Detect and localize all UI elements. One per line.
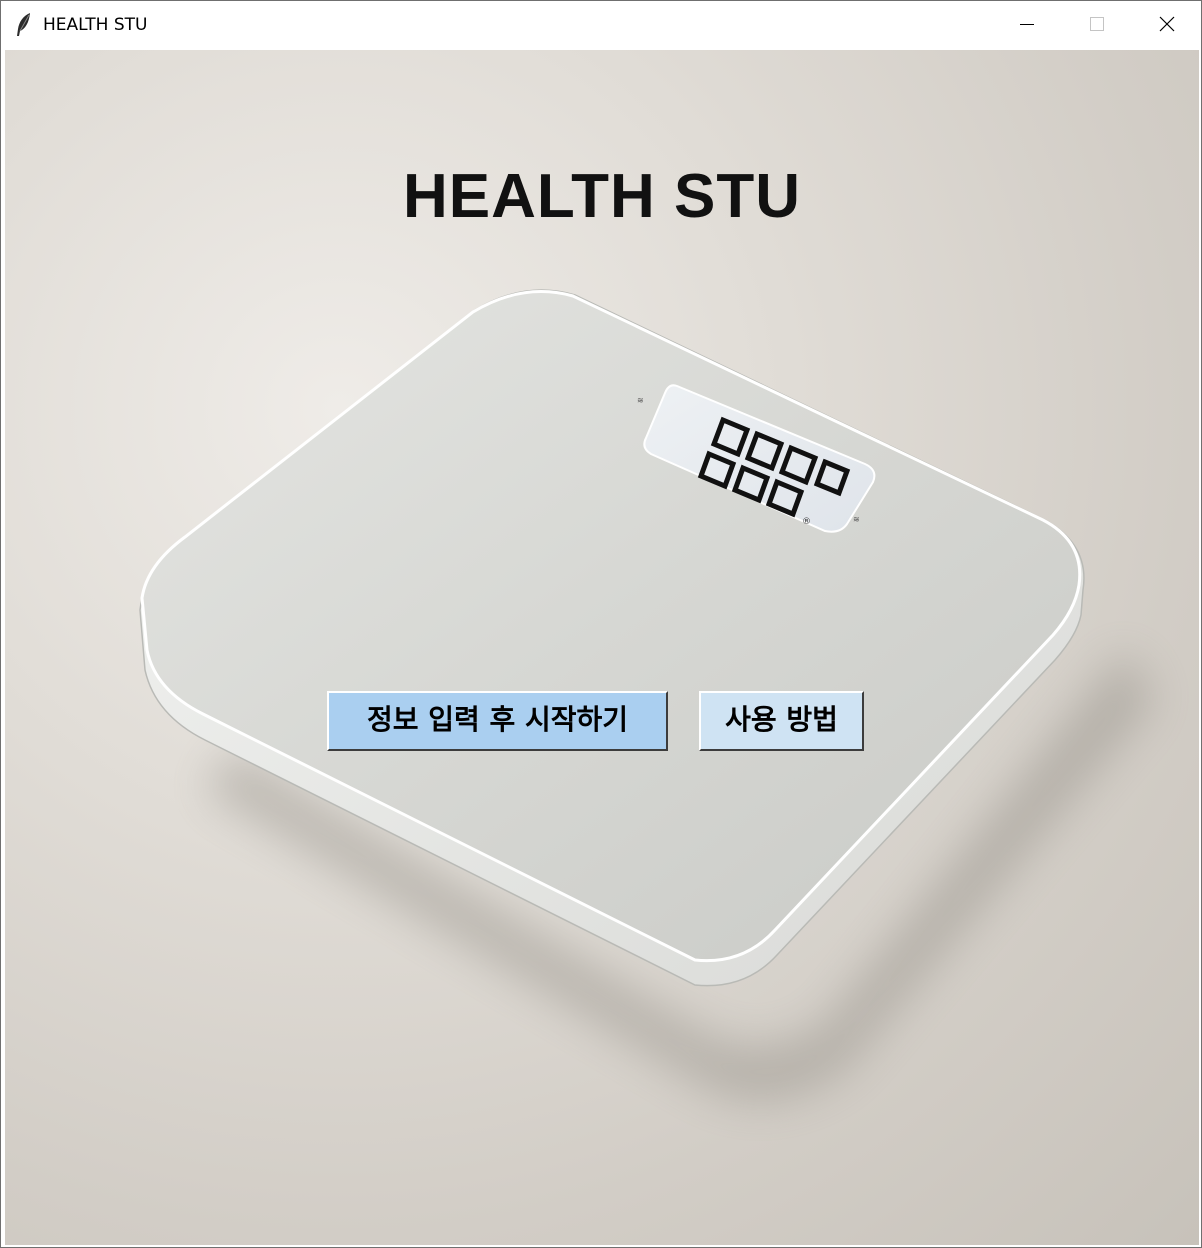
start-after-input-button[interactable]: 정보 입력 후 시작하기 [327, 691, 668, 751]
how-to-use-button[interactable]: 사용 방법 [699, 691, 864, 751]
page-title: HEALTH STU [402, 162, 802, 231]
scale-top [140, 290, 1082, 963]
title-bar[interactable]: HEALTH STU [1, 1, 1201, 49]
svg-text:®: ® [802, 517, 811, 527]
main-canvas: ® ≋ ≋ HEALTH STU 정보 입력 후 시작하기 사용 방법 [5, 50, 1199, 1245]
close-icon [1159, 16, 1175, 32]
scale-small-marking: ≋ [637, 396, 644, 405]
minimize-button[interactable] [991, 1, 1061, 49]
close-button[interactable] [1131, 1, 1201, 49]
scale-small-marking: ≋ [853, 515, 860, 524]
feather-icon [15, 12, 33, 38]
app-window: HEALTH STU ® ≋ ≋ HEALTH STU 정보 입력 후 시작하기… [0, 0, 1202, 1248]
minimize-icon [1020, 24, 1034, 25]
maximize-button [1061, 1, 1131, 49]
window-title: HEALTH STU [43, 15, 148, 35]
maximize-icon [1090, 17, 1104, 31]
